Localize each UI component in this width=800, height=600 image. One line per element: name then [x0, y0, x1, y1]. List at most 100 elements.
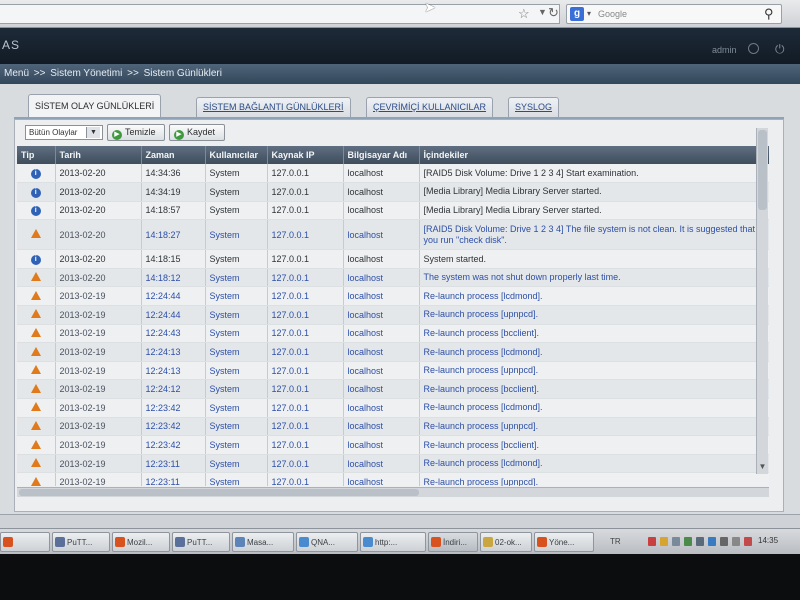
tab-system-event-logs[interactable]: SİSTEM OLAY GÜNLÜKLERİ [28, 94, 162, 118]
scroll-down-icon[interactable]: ▼ [757, 462, 768, 471]
save-button[interactable]: ▶ Kaydet [169, 124, 225, 141]
taskbar-button[interactable]: PuTT... [52, 532, 110, 552]
cell-time: 12:23:11 [141, 472, 206, 486]
column-header-content[interactable]: İçindekiler [419, 146, 769, 164]
chevron-down-icon[interactable]: ▼ [86, 127, 100, 138]
search-box[interactable]: g ▾ Google ⚲ [566, 4, 782, 24]
cell-computer-name: localhost [343, 435, 420, 455]
table-row[interactable]: i 2013-02-20 14:34:36 System 127.0.0.1 localh… [17, 164, 769, 184]
clock[interactable]: 14:35 [758, 536, 778, 545]
column-header-time[interactable]: Zaman [141, 146, 206, 164]
cell-content: [Media Library] Media Library Server sta… [419, 201, 769, 221]
table-row[interactable]: 2013-02-19 12:23:42 System 127.0.0.1 localho… [17, 435, 769, 455]
taskbar-button[interactable]: Masa... [232, 532, 294, 552]
vertical-scrollbar[interactable]: ▼ [756, 128, 768, 474]
clear-button-label: Temizle [125, 127, 156, 137]
taskbar-button[interactable]: İndiri... [428, 532, 478, 552]
event-filter-value: Bütün Olaylar [29, 128, 78, 137]
taskbar-button[interactable] [0, 532, 50, 552]
tab-syslog[interactable]: SYSLOG [508, 97, 560, 117]
cell-time: 12:24:43 [141, 324, 206, 344]
cell-user: System [205, 342, 268, 362]
table-row[interactable]: i 2013-02-20 14:18:15 System 127.0.0.1 localh… [17, 249, 769, 269]
table-row[interactable]: 2013-02-19 12:24:12 System 127.0.0.1 localho… [17, 379, 769, 400]
info-icon: i [30, 206, 41, 217]
log-panel: Bütün Olaylar ▼ ▶ Temizle ▶ Kaydet Tip T… [14, 119, 784, 512]
cell-time: 12:24:13 [141, 361, 206, 381]
user-name[interactable]: admin [712, 45, 737, 55]
breadcrumb-page: Sistem Günlükleri [143, 68, 222, 79]
table-row[interactable]: 2013-02-20 14:18:12 System 127.0.0.1 localho… [17, 268, 769, 288]
taskbar-button-label: İndiri... [443, 538, 468, 547]
warning-icon [30, 346, 41, 356]
tab-system-connection-logs[interactable]: SİSTEM BAĞLANTI GÜNLÜKLERİ [196, 97, 351, 117]
vertical-scroll-thumb[interactable] [758, 130, 767, 210]
taskbar-button[interactable]: QNA... [296, 532, 358, 552]
table-row[interactable]: 2013-02-19 12:24:44 System 127.0.0.1 localho… [17, 305, 769, 325]
cell-type [17, 417, 56, 437]
app-logo: AS [2, 38, 21, 52]
event-filter-select[interactable]: Bütün Olaylar ▼ [25, 125, 103, 140]
tray-green-icon[interactable] [684, 537, 692, 546]
bookmark-star-icon[interactable]: ☆ [518, 6, 530, 22]
clear-button[interactable]: ▶ Temizle [107, 124, 165, 141]
table-row[interactable]: i 2013-02-20 14:34:19 System 127.0.0.1 localh… [17, 182, 769, 202]
table-row[interactable]: 2013-02-19 12:23:42 System 127.0.0.1 localho… [17, 398, 769, 418]
url-field[interactable] [0, 4, 560, 24]
table-row[interactable]: 2013-02-19 12:24:13 System 127.0.0.1 localho… [17, 361, 769, 381]
table-row[interactable]: 2013-02-20 14:18:27 System 127.0.0.1 localho… [17, 219, 769, 251]
tray-antivirus-icon[interactable] [648, 537, 656, 546]
user-icon[interactable] [748, 43, 759, 54]
taskbar-button[interactable]: Mozil... [112, 532, 170, 552]
logout-icon[interactable]: ⏻ [775, 42, 785, 57]
horizontal-scroll-thumb[interactable] [19, 489, 419, 496]
warning-icon [30, 383, 41, 393]
search-icon[interactable]: ⚲ [764, 6, 774, 22]
table-row[interactable]: 2013-02-19 12:23:11 System 127.0.0.1 localho… [17, 454, 769, 474]
cell-user: System [205, 379, 268, 400]
warning-icon [30, 439, 41, 449]
column-header-type[interactable]: Tip [17, 146, 56, 164]
taskbar-button[interactable]: 02-ok... [480, 532, 532, 552]
table-row[interactable]: 2013-02-19 12:24:44 System 127.0.0.1 localho… [17, 286, 769, 307]
horizontal-scrollbar[interactable] [17, 487, 769, 497]
tray-volume-icon[interactable] [720, 537, 728, 546]
breadcrumb-section[interactable]: Sistem Yönetimi [50, 68, 122, 79]
column-header-date[interactable]: Tarih [55, 146, 142, 164]
tray-app-icon[interactable] [672, 537, 680, 546]
table-row[interactable]: 2013-02-19 12:23:42 System 127.0.0.1 localho… [17, 417, 769, 437]
warning-icon [30, 272, 41, 282]
tray-warning-icon[interactable] [660, 537, 668, 546]
cell-content: Re-launch process [lcdmond]. [419, 342, 769, 362]
cell-user: System [205, 454, 268, 474]
taskbar-button[interactable]: PuTT... [172, 532, 230, 552]
taskbar-button[interactable]: Yöne... [534, 532, 594, 552]
tab-online-users[interactable]: ÇEVRİMİÇİ KULLANICILAR [366, 97, 494, 117]
language-indicator[interactable]: TR [610, 537, 621, 546]
search-input[interactable]: Google [598, 9, 627, 19]
reload-icon[interactable]: ↻ [548, 5, 559, 21]
url-dropdown-icon[interactable]: ▼ [538, 7, 547, 17]
google-icon[interactable]: g [570, 7, 584, 21]
column-header-users[interactable]: Kullanıcılar [205, 146, 268, 164]
table-row[interactable]: 2013-02-19 12:23:11 System 127.0.0.1 localho… [17, 472, 769, 486]
tray-network-icon[interactable] [696, 537, 704, 546]
cell-computer-name: localhost [343, 182, 420, 202]
cell-type [17, 379, 56, 400]
cell-user: System [205, 305, 268, 325]
cell-content: Re-launch process [lcdmond]. [419, 454, 769, 474]
taskbar-button[interactable]: http:... [360, 532, 426, 552]
breadcrumb-root[interactable]: Menü [4, 68, 29, 79]
column-header-computer-name[interactable]: Bilgisayar Adı [343, 146, 420, 164]
tray-bluetooth-icon[interactable] [708, 537, 716, 546]
column-header-source-ip[interactable]: Kaynak IP [267, 146, 344, 164]
cell-date: 2013-02-19 [55, 379, 142, 400]
table-row[interactable]: i 2013-02-20 14:18:57 System 127.0.0.1 localh… [17, 201, 769, 221]
search-engine-dropdown-icon[interactable]: ▾ [587, 9, 591, 18]
tray-power-icon[interactable] [732, 537, 740, 546]
table-row[interactable]: 2013-02-19 12:24:43 System 127.0.0.1 localho… [17, 324, 769, 344]
table-row[interactable]: 2013-02-19 12:24:13 System 127.0.0.1 localho… [17, 342, 769, 362]
cell-computer-name: localhost [343, 417, 420, 437]
tray-flag-icon[interactable] [744, 537, 752, 546]
cell-date: 2013-02-19 [55, 361, 142, 381]
